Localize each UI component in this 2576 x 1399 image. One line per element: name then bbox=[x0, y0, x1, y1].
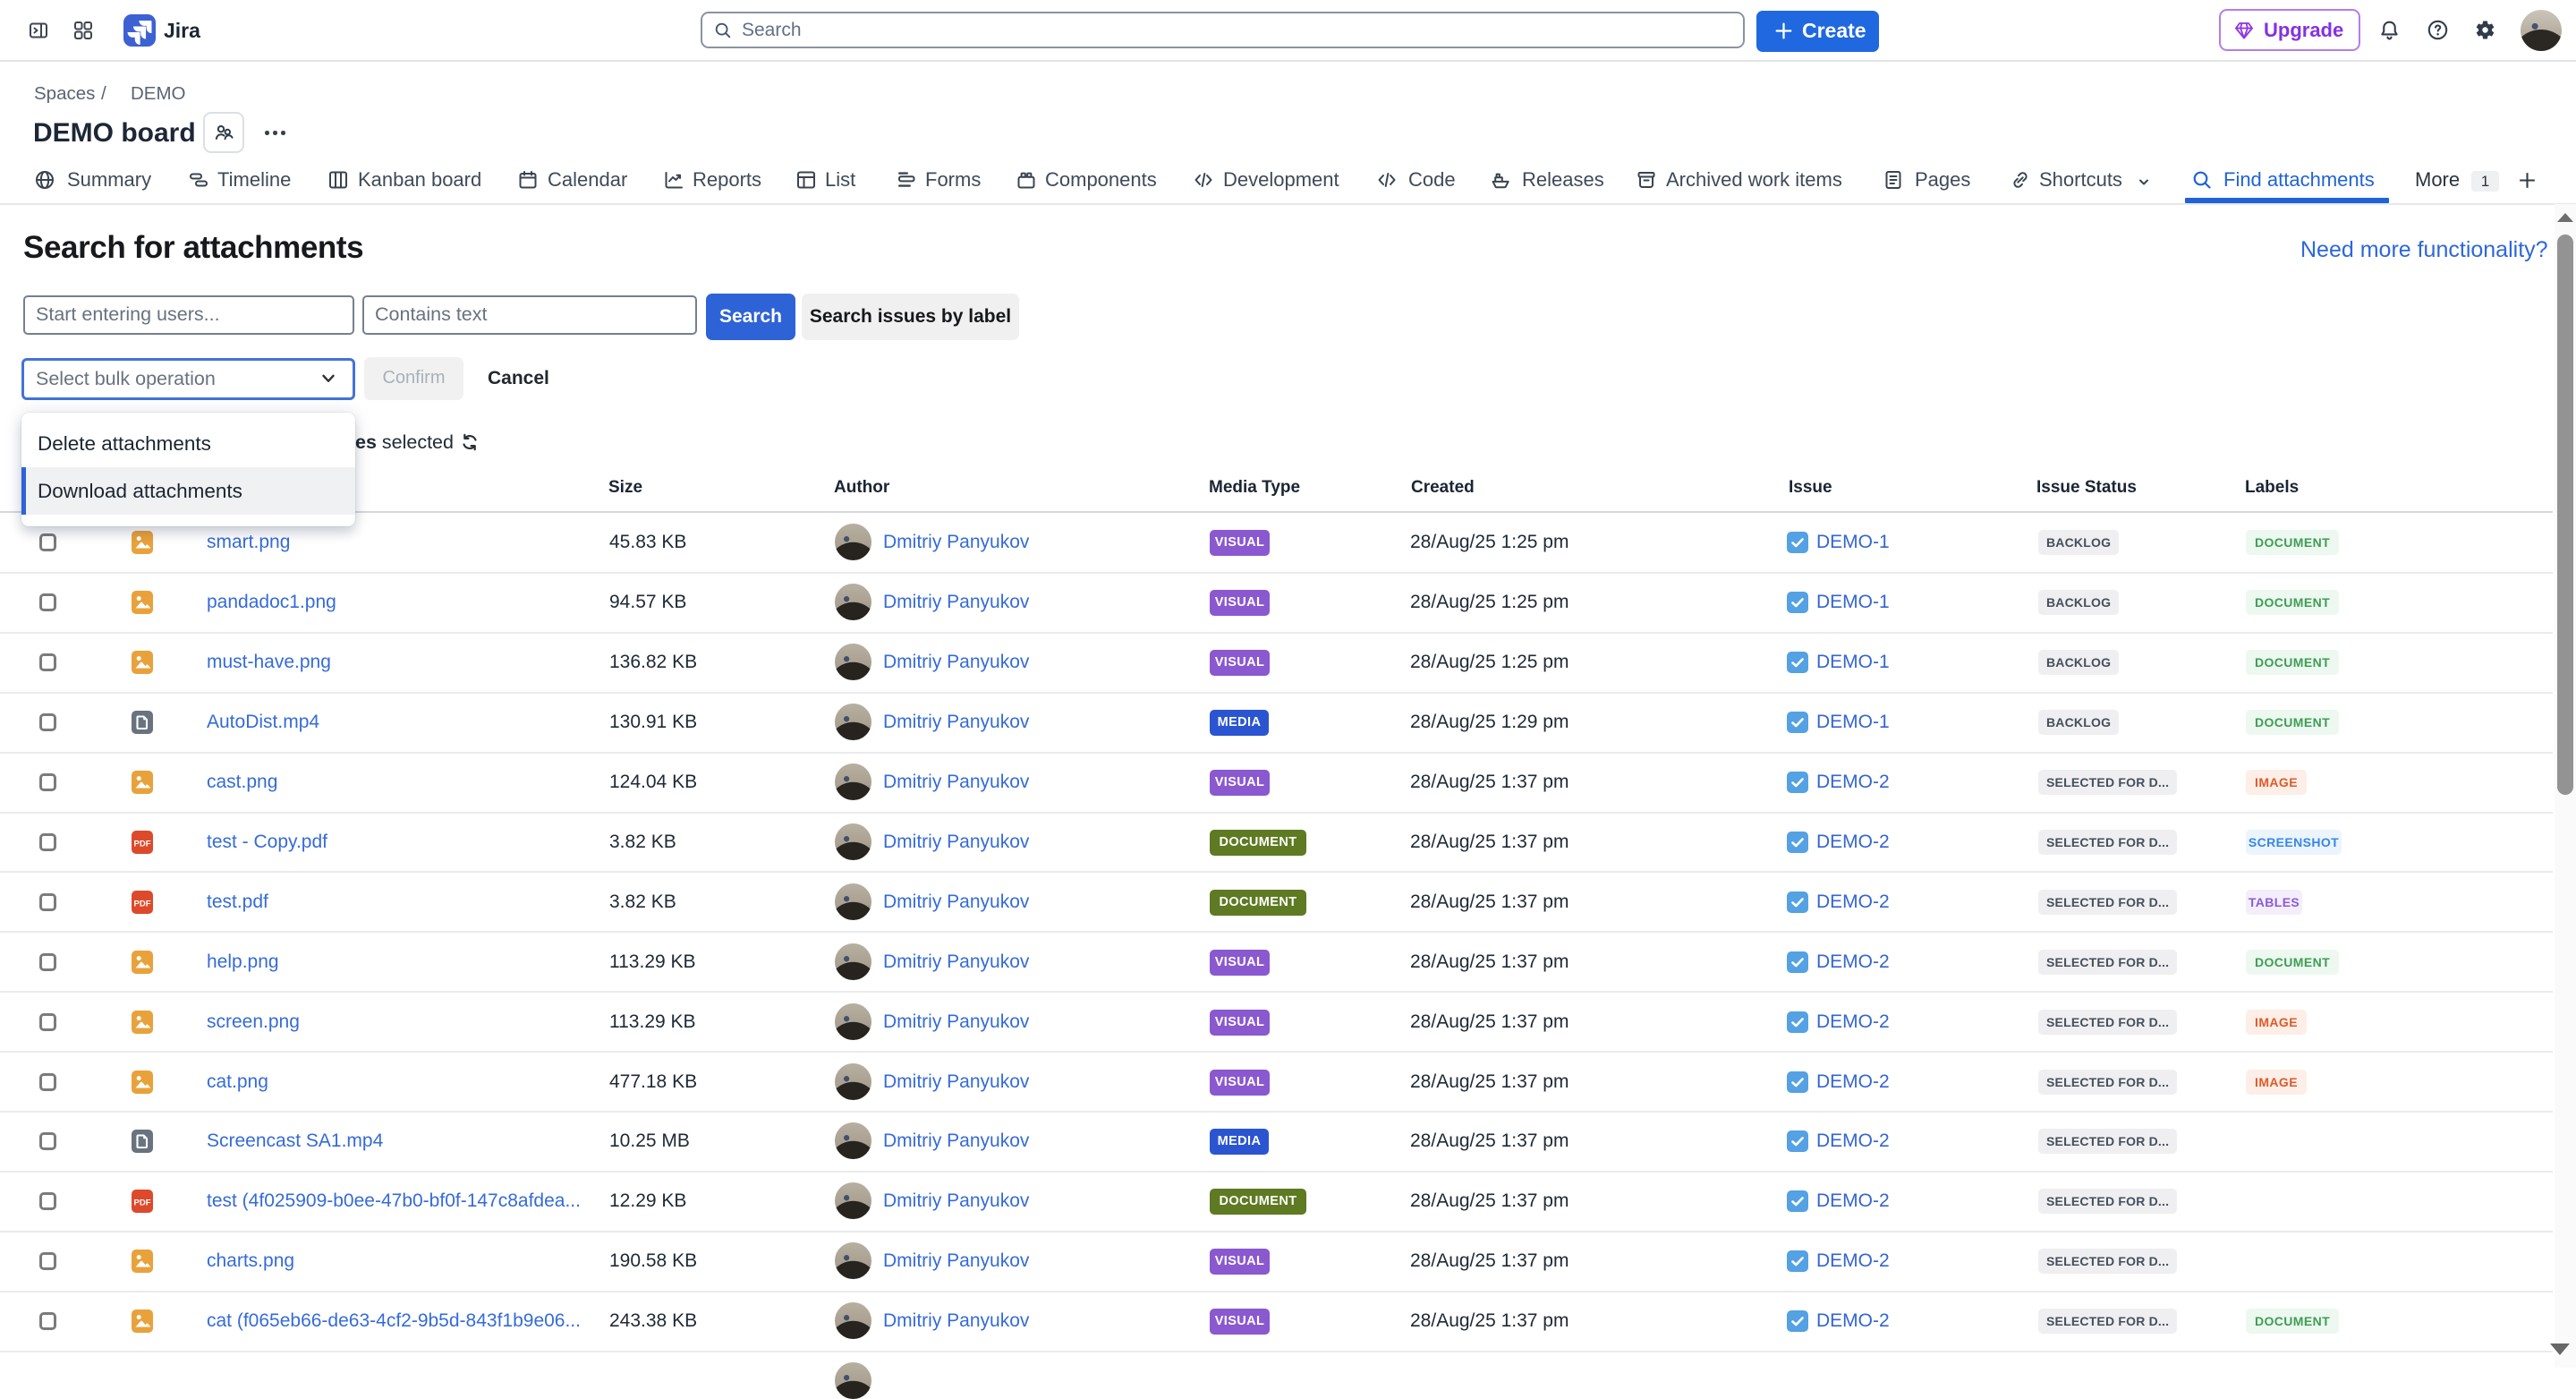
svg-text:PDF: PDF bbox=[134, 840, 151, 849]
svg-text:PDF: PDF bbox=[134, 900, 151, 909]
svg-text:PDF: PDF bbox=[134, 1199, 151, 1208]
